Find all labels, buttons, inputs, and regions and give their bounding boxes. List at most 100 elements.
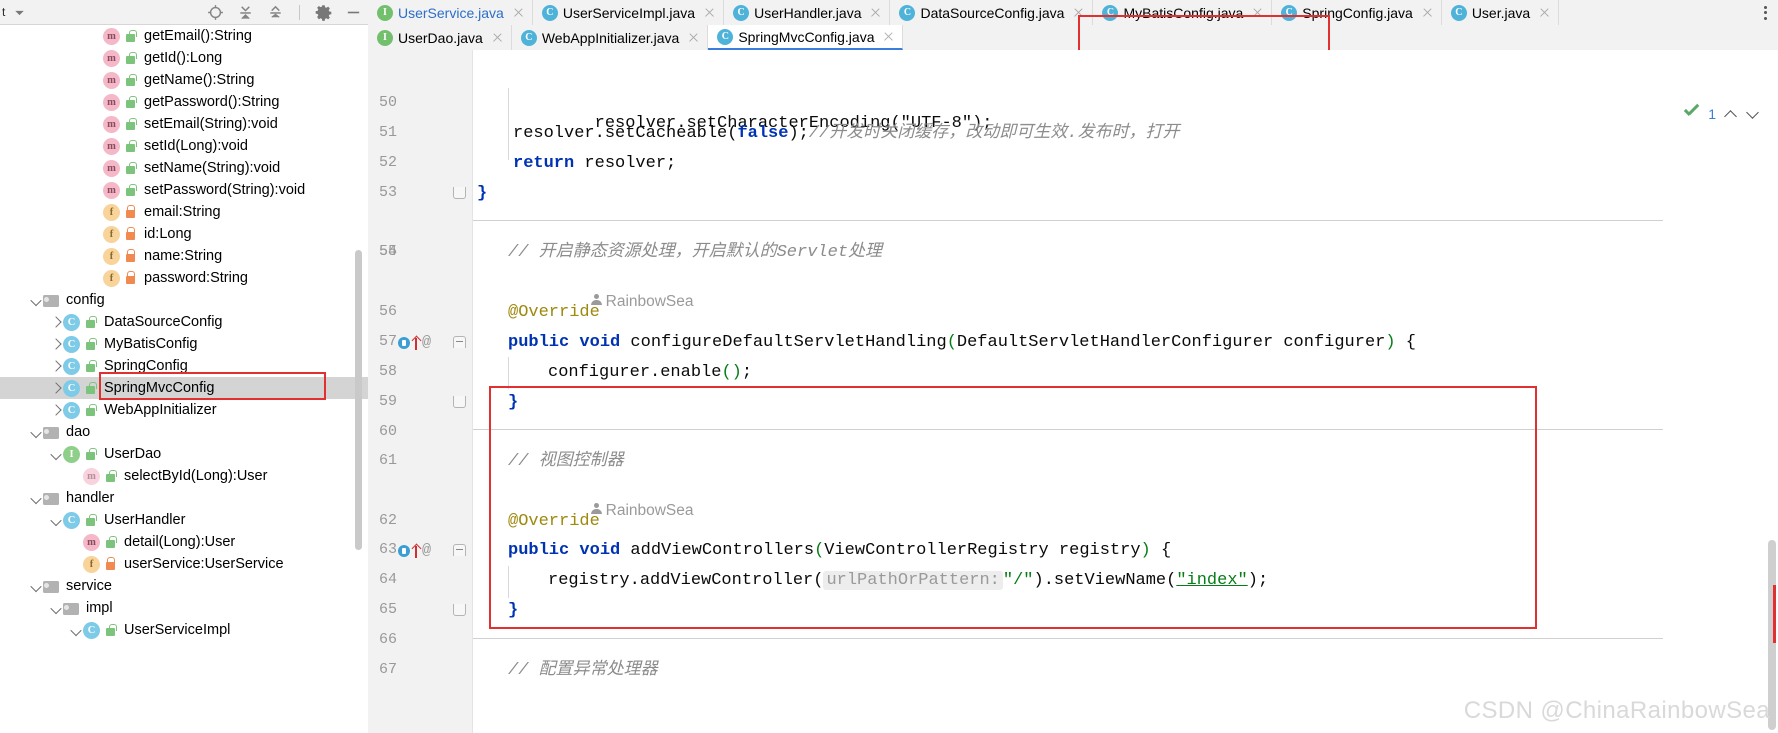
inspection-widget[interactable]: 1	[1683, 105, 1760, 122]
unlocked-public-icon	[124, 29, 137, 43]
unlocked-public-icon	[84, 513, 97, 527]
chevron-right-icon[interactable]	[50, 377, 63, 399]
close-icon[interactable]	[882, 30, 895, 43]
tree-item[interactable]: m selectById(Long):User	[0, 465, 368, 487]
tree-item[interactable]: m setPassword(String):void	[0, 179, 368, 201]
tree-item[interactable]: f userService:UserService	[0, 553, 368, 575]
chevron-down-icon[interactable]	[70, 619, 83, 641]
gear-icon[interactable]	[315, 4, 332, 21]
tree-item[interactable]: f email:String	[0, 201, 368, 223]
tree-item[interactable]: impl	[0, 597, 368, 619]
chevron-right-icon[interactable]	[50, 355, 63, 377]
tree-item[interactable]: C UserServiceImpl	[0, 619, 368, 641]
minimize-icon[interactable]	[345, 4, 362, 21]
unlocked-public-icon	[104, 623, 117, 637]
tree-item[interactable]: m setName(String):void	[0, 157, 368, 179]
editor-gutter[interactable]: 50 51 52 53 54 55 56 57 @58 59 60 61 62 63 @64 65 66 67	[368, 50, 473, 733]
tree-item[interactable]: config	[0, 289, 368, 311]
close-icon[interactable]	[491, 31, 504, 44]
close-icon[interactable]	[1251, 6, 1264, 19]
editor-tab[interactable]: C MyBatisConfig.java	[1093, 0, 1273, 25]
code-fold-bot-icon[interactable]	[453, 604, 466, 617]
chevron-right-icon[interactable]	[50, 333, 63, 355]
project-tree[interactable]: m getEmail():String m getId():Long m getName(…	[0, 25, 368, 733]
error-stripe-marker[interactable]	[1773, 585, 1776, 643]
editor-tab[interactable]: C SpringConfig.java	[1272, 0, 1442, 25]
close-icon[interactable]	[1072, 6, 1085, 19]
tree-item[interactable]: C SpringMvcConfig	[0, 377, 368, 399]
locate-icon[interactable]	[207, 4, 224, 21]
unlocked-public-icon	[124, 117, 137, 131]
chevron-down-icon[interactable]	[50, 443, 63, 465]
editor-tab[interactable]: I UserDao.java	[368, 25, 512, 50]
chevron-down-icon[interactable]	[11, 4, 27, 20]
tree-item[interactable]: C WebAppInitializer	[0, 399, 368, 421]
code-fold-bot-icon[interactable]	[453, 396, 466, 409]
tree-item[interactable]: f id:Long	[0, 223, 368, 245]
editor-tab[interactable]: I UserService.java	[368, 0, 533, 25]
chevron-down-icon[interactable]	[30, 421, 43, 443]
tree-item[interactable]: f name:String	[0, 245, 368, 267]
editor-scrollbar[interactable]	[1766, 50, 1778, 733]
tree-item[interactable]: m setId(Long):void	[0, 135, 368, 157]
tree-item[interactable]: m getPassword():String	[0, 91, 368, 113]
chevron-right-icon[interactable]	[50, 399, 63, 421]
tree-item[interactable]: f password:String	[0, 267, 368, 289]
chevron-down-icon[interactable]	[50, 597, 63, 619]
chevron-down-icon[interactable]	[1746, 107, 1760, 121]
override-icon[interactable]	[398, 544, 410, 557]
kebab-menu-icon[interactable]	[1756, 3, 1774, 22]
tree-item[interactable]: m getName():String	[0, 69, 368, 91]
tree-item-label: UserServiceImpl	[124, 622, 231, 638]
tree-item[interactable]: m setEmail(String):void	[0, 113, 368, 135]
code-line-51-code: resolver.setCacheable(false);	[513, 124, 809, 143]
gutter-icons[interactable]: @	[398, 543, 431, 558]
close-icon[interactable]	[1538, 6, 1551, 19]
tree-item[interactable]: C DataSourceConfig	[0, 311, 368, 333]
tree-item[interactable]: handler	[0, 487, 368, 509]
code-content[interactable]: resolver.setCharacterEncoding("UTF-8"); …	[473, 50, 1778, 733]
expand-all-icon[interactable]	[237, 4, 254, 21]
chevron-down-icon[interactable]	[30, 487, 43, 509]
tree-item[interactable]: dao	[0, 421, 368, 443]
tree-item[interactable]: C SpringConfig	[0, 355, 368, 377]
tree-item[interactable]: I UserDao	[0, 443, 368, 465]
chevron-up-icon[interactable]	[1724, 107, 1738, 121]
chevron-down-icon[interactable]	[50, 509, 63, 531]
editor-tab[interactable]: C SpringMvcConfig.java	[708, 25, 904, 50]
chevron-right-icon[interactable]	[50, 311, 63, 333]
project-tree-scrollbar[interactable]	[355, 250, 362, 550]
chevron-down-icon[interactable]	[30, 289, 43, 311]
editor-tab[interactable]: C UserHandler.java	[724, 0, 891, 25]
implement-arrow-icon[interactable]	[412, 544, 420, 558]
close-icon[interactable]	[1421, 6, 1434, 19]
code-fold-top-icon[interactable]	[453, 336, 466, 349]
code-editor[interactable]: 50 51 52 53 54 55 56 57 @58 59 60 61 62 63 @64 65 66 67 r…	[368, 50, 1778, 733]
tree-item[interactable]: service	[0, 575, 368, 597]
editor-tab[interactable]: C WebAppInitializer.java	[511, 25, 709, 50]
l64-b: "/"	[1002, 571, 1034, 590]
chevron-down-icon[interactable]	[30, 575, 43, 597]
close-icon[interactable]	[687, 31, 700, 44]
annotation-at-icon[interactable]: @	[422, 543, 431, 558]
tree-item[interactable]: m getEmail():String	[0, 25, 368, 47]
implement-arrow-icon[interactable]	[412, 336, 420, 350]
class-icon: C	[63, 357, 80, 375]
override-icon[interactable]	[398, 336, 410, 349]
code-fold-top-icon[interactable]	[453, 544, 466, 557]
close-icon[interactable]	[512, 6, 525, 19]
code-fold-bot-icon[interactable]	[453, 187, 466, 200]
gutter-icons[interactable]: @	[398, 335, 431, 350]
close-icon[interactable]	[869, 6, 882, 19]
close-icon[interactable]	[703, 6, 716, 19]
editor-tab[interactable]: C UserServiceImpl.java	[532, 0, 725, 25]
tree-item[interactable]: C MyBatisConfig	[0, 333, 368, 355]
tree-item[interactable]: C UserHandler	[0, 509, 368, 531]
tree-item[interactable]: m detail(Long):User	[0, 531, 368, 553]
collapse-all-icon[interactable]	[267, 4, 284, 21]
editor-tab[interactable]: C User.java	[1441, 0, 1560, 25]
annotation-at-icon[interactable]: @	[422, 335, 431, 350]
editor-tab[interactable]: C DataSourceConfig.java	[890, 0, 1094, 25]
tree-item[interactable]: m getId():Long	[0, 47, 368, 69]
